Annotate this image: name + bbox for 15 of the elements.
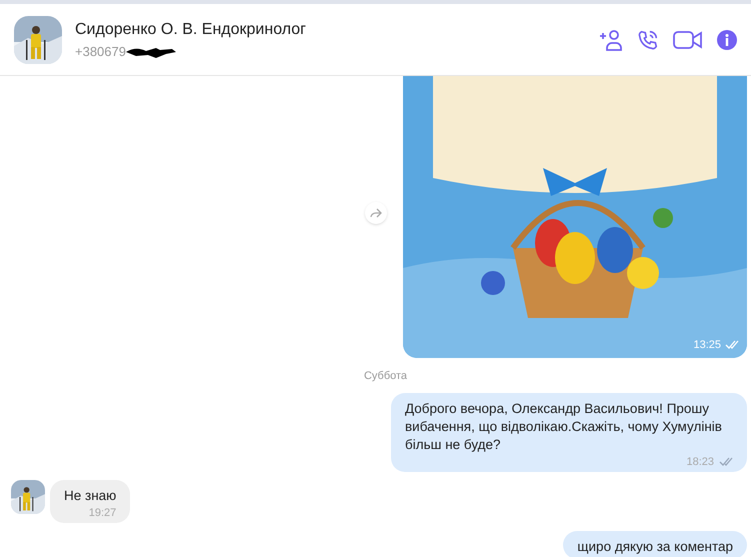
video-call-icon[interactable]: [673, 30, 703, 50]
date-separator: Суббота: [364, 369, 408, 384]
message-text: щиро дякую за коментар: [577, 538, 733, 556]
info-icon[interactable]: [717, 30, 737, 50]
forward-button[interactable]: [365, 202, 387, 224]
phone-icon[interactable]: [637, 28, 659, 50]
message-text: Доброго вечора, Олександр Васильович! Прошу вибачення, що відволікаю.Скажіть, чому Хумулінів більш не буде?: [405, 400, 723, 454]
message-time: 19:27: [88, 506, 116, 520]
add-contact-icon[interactable]: [599, 28, 623, 50]
phone-number: +380679: [75, 42, 126, 61]
message-time: 13:25: [693, 338, 721, 352]
message-time: 18:23: [686, 454, 714, 468]
contact-name: Сидоренко О. В. Ендокринолог: [75, 20, 306, 40]
message-text: Не знаю: [64, 486, 116, 504]
share-icon: [370, 208, 382, 218]
